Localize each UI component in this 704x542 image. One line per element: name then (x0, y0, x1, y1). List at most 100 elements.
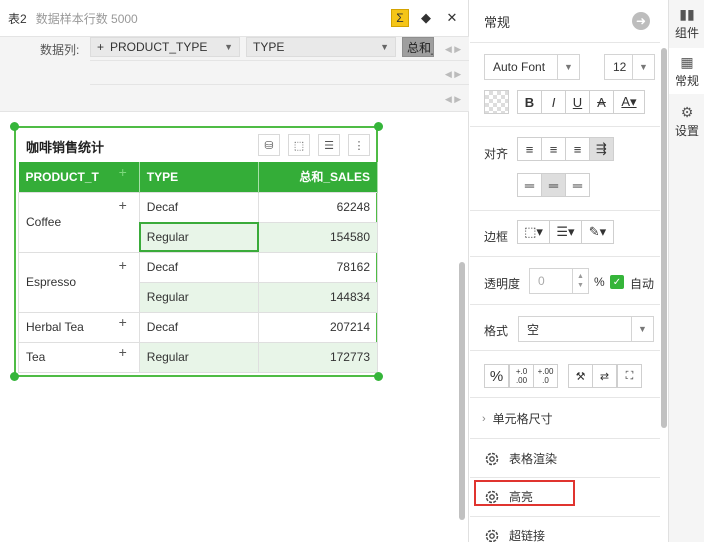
table-cell[interactable]: 154580 (258, 221, 378, 253)
font-color-icon[interactable]: A▾ (613, 90, 645, 114)
format-select[interactable]: 空 ▼ (518, 316, 654, 342)
cell-size-section[interactable]: › 单元格尺寸 (470, 399, 660, 438)
align-right-icon[interactable]: ≡ (565, 137, 590, 161)
tab-components[interactable]: ▮▮ 组件 (669, 0, 704, 46)
add-icon[interactable]: + (119, 197, 127, 213)
resize-handle[interactable] (374, 122, 383, 131)
align-auto-icon[interactable]: ⇶ (589, 137, 614, 161)
fit-cell-icon[interactable]: ⛶ (617, 364, 642, 388)
align-bottom-icon[interactable]: ═ (565, 173, 590, 197)
vertical-scrollbar[interactable] (459, 262, 465, 520)
border-style-icon[interactable]: ⬚▾ (517, 220, 550, 244)
eraser-icon[interactable]: ◆ (417, 9, 435, 27)
border-color-icon[interactable]: ✎▾ (581, 220, 614, 244)
opacity-label: 透明度 (484, 277, 521, 291)
divider (470, 256, 660, 257)
sigma-icon[interactable]: Σ (391, 9, 409, 27)
tab-general[interactable]: ▦ 常规 (669, 48, 704, 94)
table-name: 表2 (8, 11, 27, 26)
table-cell[interactable]: Decaf (138, 311, 260, 343)
table-cell[interactable]: 78162 (258, 251, 378, 283)
bar-chart-icon: ▮▮ (679, 5, 695, 22)
opacity-stepper[interactable]: 0 ▲ ▼ (529, 268, 589, 294)
table-render-section[interactable]: 表格渲染 (470, 439, 660, 478)
arrow-right-icon[interactable]: ➜ (632, 12, 650, 30)
increase-decimal-icon[interactable]: +.0.00 (509, 364, 534, 388)
database-icon[interactable]: ⛁ (258, 134, 280, 156)
table-row: Espresso + Decaf 78162 (18, 251, 378, 313)
table-cell[interactable]: Regular (138, 341, 260, 373)
background-color-icon[interactable] (484, 90, 509, 114)
align-middle-icon[interactable]: ═ (541, 173, 566, 197)
gear-icon (485, 529, 499, 542)
hyperlink-label: 超链接 (509, 529, 546, 542)
table-row: Herbal Tea + Decaf 207214 (18, 311, 378, 343)
list-icon[interactable]: ☰ (318, 134, 340, 156)
decrease-decimal-icon[interactable]: +.00.0 (533, 364, 558, 388)
column-header[interactable]: PRODUCT_T + (18, 162, 140, 192)
resize-handle[interactable] (10, 122, 19, 131)
auto-checkbox[interactable]: ✓ (610, 275, 624, 289)
table-cell[interactable]: Espresso + (18, 251, 140, 313)
select-cursor-icon[interactable]: ⬚ (288, 134, 310, 156)
table-render-label: 表格渲染 (509, 452, 558, 466)
design-pane: 表2 数据样本行数 5000 Σ ◆ ✕ 数据列: + PRODUCT_TYPE… (0, 0, 469, 542)
resize-handle[interactable] (10, 372, 19, 381)
add-icon[interactable]: + (119, 314, 127, 330)
percent-format-icon[interactable]: % (484, 364, 509, 388)
vertical-align-group: ═ ═ ═ (517, 173, 590, 197)
table-cell[interactable]: 207214 (258, 311, 378, 343)
table-cell[interactable]: Regular (138, 281, 260, 313)
scroll-arrows-icon[interactable]: ◀ ▶ (445, 87, 461, 112)
table-title-bar: 表2 数据样本行数 5000 Σ ◆ ✕ (0, 0, 469, 36)
gear-icon (485, 452, 499, 465)
table-header-row: PRODUCT_T + TYPE 总和_SALES (18, 162, 378, 192)
table-cell[interactable]: Decaf (138, 191, 260, 223)
align-top-icon[interactable]: ═ (517, 173, 542, 197)
stepper-arrows-icon[interactable]: ▲ ▼ (572, 269, 588, 293)
font-family-select[interactable]: Auto Font ▼ (484, 54, 580, 80)
cell-size-label: 单元格尺寸 (492, 412, 553, 426)
scroll-arrows-icon[interactable]: ◀ ▶ (445, 62, 461, 87)
italic-icon[interactable]: I (541, 90, 566, 114)
border-line-icon[interactable]: ☰▾ (549, 220, 582, 244)
widget-title: 咖啡销售统计 (26, 140, 105, 155)
bold-icon[interactable]: B (517, 90, 542, 114)
chevron-down-icon: ▼ (632, 55, 654, 79)
table-cell[interactable]: Decaf (138, 251, 260, 283)
hyperlink-section[interactable]: 超链接 (470, 516, 660, 542)
add-icon[interactable]: + (119, 164, 127, 180)
align-left-icon[interactable]: ≡ (517, 137, 542, 161)
table-widget[interactable]: 咖啡销售统计 ⛁ ⬚ ☰ ⋮ PRODUCT_T + TYPE 总和_SALES … (14, 126, 378, 377)
column-header[interactable]: TYPE (139, 162, 260, 192)
wrap-text-icon[interactable]: ⇄ (592, 364, 617, 388)
format-label: 格式 (484, 324, 509, 338)
table-cell[interactable]: 172773 (258, 341, 378, 373)
table-cell[interactable]: 62248 (258, 191, 378, 223)
table-cell[interactable]: Herbal Tea + (18, 311, 140, 343)
panel-scrollbar[interactable] (661, 48, 667, 428)
table-cell[interactable]: Tea + (18, 341, 140, 373)
underline-icon[interactable]: U (565, 90, 590, 114)
more-icon[interactable]: ⋮ (348, 134, 370, 156)
tab-label: 设置 (674, 123, 699, 138)
strikethrough-icon[interactable]: A (589, 90, 614, 114)
tab-settings[interactable]: ⚙ 设置 (669, 98, 704, 144)
gear-icon: ⚙ (680, 103, 694, 120)
format-painter-icon[interactable]: ⚒ (568, 364, 593, 388)
table-cell[interactable]: 144834 (258, 281, 378, 313)
format-value: 空 (527, 322, 540, 337)
add-icon[interactable]: + (119, 344, 127, 360)
close-icon[interactable]: ✕ (443, 9, 461, 27)
column-header[interactable]: 总和_SALES (258, 162, 378, 192)
divider (90, 86, 469, 110)
align-center-icon[interactable]: ≡ (541, 137, 566, 161)
scroll-arrows-icon[interactable]: ◀ ▶ (445, 37, 461, 62)
add-icon[interactable]: + (119, 257, 127, 273)
divider (470, 350, 660, 351)
table-cell[interactable]: Coffee + (18, 191, 140, 253)
data-columns-area: 数据列: + PRODUCT_TYPE ▼ TYPE ▼ 总和_ ◀ ▶ ◀ ▶… (0, 36, 469, 112)
table-cell-selected[interactable]: Regular (138, 221, 260, 253)
font-size-select[interactable]: 12 ▼ (604, 54, 655, 80)
resize-handle[interactable] (374, 372, 383, 381)
